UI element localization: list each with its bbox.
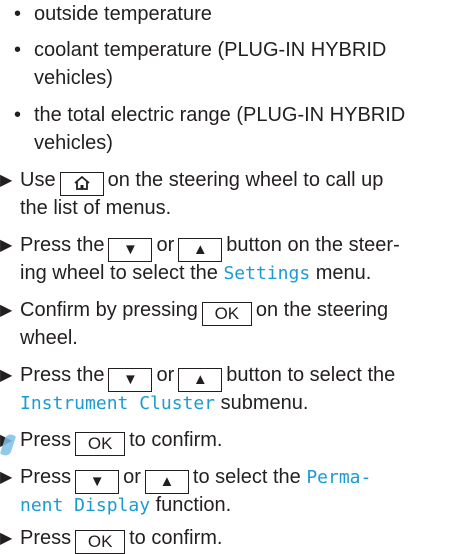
- home-button-key: [59, 172, 104, 196]
- settings-menu-name: Settings: [223, 263, 311, 284]
- instrument-cluster-submenu-name: Instrument Cluster: [20, 393, 216, 414]
- home-icon: [73, 175, 90, 190]
- triangle-right-icon: ▶: [0, 237, 13, 254]
- bullet-text: outside temperature: [34, 3, 212, 25]
- manual-page: • outside temperature • coolant temperatur…: [0, 0, 458, 554]
- bullet-text: the total electric range (PLUG-IN HYBRID: [34, 104, 406, 126]
- triangle-right-icon: ▶: [0, 172, 13, 189]
- bullet-text: vehicles): [34, 67, 113, 89]
- permanent-display-function-name-cont: nent Display: [20, 495, 151, 516]
- ok-key: OK: [75, 432, 126, 456]
- permanent-display-function-name: Perma-: [306, 467, 372, 488]
- triangle-right-icon: ▶: [0, 367, 13, 384]
- triangle-right-icon: ▶: [0, 469, 13, 486]
- triangle-right-icon: ▶: [0, 302, 13, 319]
- bullet-text: vehicles): [34, 132, 113, 154]
- ok-key: OK: [75, 530, 126, 554]
- ok-key: OK: [201, 302, 252, 326]
- bullet-text: coolant temperature (PLUG-IN HYBRID: [34, 39, 387, 61]
